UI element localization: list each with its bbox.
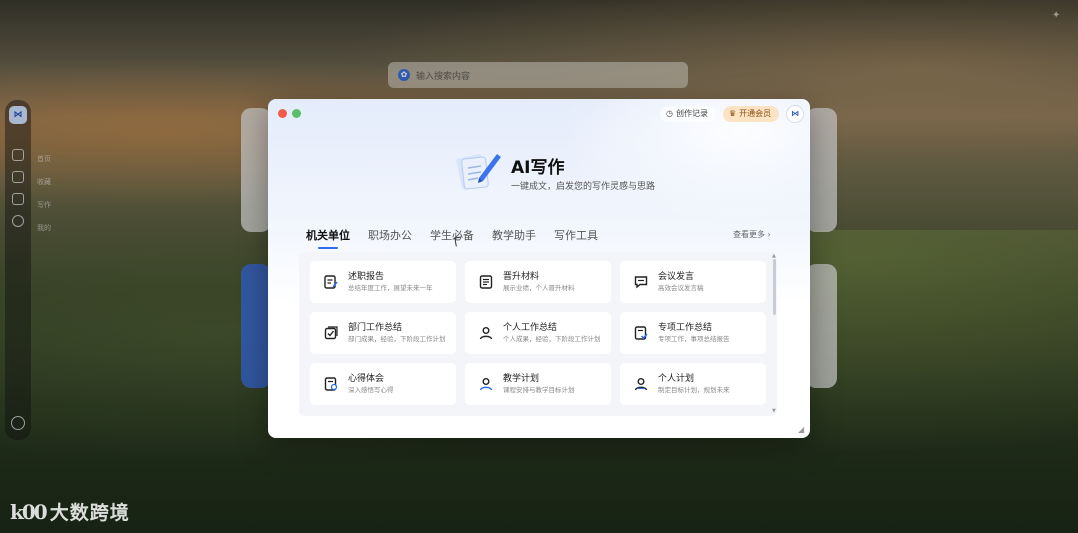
template-card[interactable]: 个人计划制定目标计划，规划未来 <box>620 363 766 405</box>
card-title: 个人工作总结 <box>503 323 558 333</box>
card-description: 个人成果，经验，下阶段工作计划 <box>503 335 601 343</box>
scroll-down-icon[interactable]: ▼ <box>772 408 777 414</box>
card-text: 部门工作总结部门成果，经验，下阶段工作计划 <box>348 322 446 344</box>
card-title: 专项工作总结 <box>658 323 713 333</box>
card-description: 课程安排与教学目标计划 <box>503 386 575 394</box>
card-description: 展示业绩，个人晋升材料 <box>503 284 575 292</box>
card-title: 教学计划 <box>503 374 540 384</box>
watermark: k00 大数跨境 <box>10 498 130 525</box>
ai-writing-modal: ◷ 创作记录 ♛ 开通会员 ⋈ AI写作 一键成文，启发您的写作灵感与思路 机关… <box>268 99 810 438</box>
card-title: 会议发言 <box>658 272 695 282</box>
user-plan-icon <box>634 378 648 391</box>
clock-icon: ◷ <box>666 109 673 118</box>
watermark-logo: k00 <box>10 499 48 524</box>
card-text: 个人工作总结个人成果，经验，下阶段工作计划 <box>503 322 601 344</box>
card-text: 个人计划制定目标计划，规划未来 <box>658 373 730 395</box>
view-more-link[interactable]: 查看更多 › <box>733 229 771 240</box>
vip-label: 开通会员 <box>739 109 772 118</box>
card-title: 部门工作总结 <box>348 323 403 333</box>
document-check-icon <box>634 326 648 340</box>
tab-students[interactable]: 学生必备 <box>430 227 474 249</box>
card-text: 教学计划课程安排与教学目标计划 <box>503 373 575 395</box>
template-card[interactable]: 晋升材料展示业绩，个人晋升材料 <box>465 261 611 303</box>
template-card[interactable]: 专项工作总结专项工作，事项总结报告 <box>620 312 766 354</box>
chevron-right-icon: › <box>767 230 771 239</box>
person-icon <box>479 327 493 340</box>
teacher-icon <box>479 378 493 391</box>
vip-button[interactable]: ♛ 开通会员 <box>723 106 780 122</box>
checklist-icon <box>324 326 338 340</box>
avatar[interactable]: ⋈ <box>786 105 804 123</box>
scrollbar[interactable] <box>773 259 776 315</box>
page-subtitle: 一键成文，启发您的写作灵感与思路 <box>511 182 656 192</box>
history-label: 创作记录 <box>675 109 708 118</box>
mouse-cursor-icon <box>454 236 463 247</box>
crown-icon: ♛ <box>729 109 737 118</box>
tab-government[interactable]: 机关单位 <box>306 227 350 249</box>
card-description: 制定目标计划，规划未来 <box>658 386 730 394</box>
template-grid: 述职报告总结年度工作，展望未来一年 晋升材料展示业绩，个人晋升材料 会议发言高效会议… <box>299 252 777 416</box>
history-button[interactable]: ◷ 创作记录 <box>660 106 716 122</box>
card-title: 述职报告 <box>348 272 385 282</box>
card-text: 专项工作总结专项工作，事项总结报告 <box>658 322 730 344</box>
watermark-text: 大数跨境 <box>49 502 130 524</box>
template-card[interactable]: 部门工作总结部门成果，经验，下阶段工作计划 <box>310 312 456 354</box>
tab-teaching[interactable]: 教学助手 <box>492 227 536 249</box>
tab-writing-tools[interactable]: 写作工具 <box>554 227 598 249</box>
card-text: 述职报告总结年度工作，展望未来一年 <box>348 271 433 293</box>
template-card[interactable]: 心得体会深入感悟写心得 <box>310 363 456 405</box>
card-description: 高效会议发言稿 <box>658 284 704 292</box>
tab-workplace[interactable]: 职场办公 <box>368 227 412 249</box>
card-text: 会议发言高效会议发言稿 <box>658 271 704 293</box>
card-description: 深入感悟写心得 <box>348 386 394 394</box>
pen-notebook-icon <box>456 154 501 190</box>
card-description: 部门成果，经验，下阶段工作计划 <box>348 335 446 343</box>
card-text: 心得体会深入感悟写心得 <box>348 373 394 395</box>
speech-bubble-icon <box>634 276 648 289</box>
document-edit-icon <box>324 275 338 289</box>
close-icon[interactable] <box>278 109 287 118</box>
resize-handle-icon[interactable]: ◢ <box>798 425 806 434</box>
card-title: 晋升材料 <box>503 272 540 282</box>
card-description: 专项工作，事项总结报告 <box>658 335 730 343</box>
minimize-icon[interactable] <box>292 109 301 118</box>
document-list-icon <box>479 275 493 289</box>
card-description: 总结年度工作，展望未来一年 <box>348 284 433 292</box>
scroll-up-icon[interactable]: ▲ <box>772 253 777 259</box>
view-more-label: 查看更多 <box>733 230 765 239</box>
template-card[interactable]: 教学计划课程安排与教学目标计划 <box>465 363 611 405</box>
document-person-icon <box>324 377 338 391</box>
card-title: 心得体会 <box>348 374 385 384</box>
template-card[interactable]: 会议发言高效会议发言稿 <box>620 261 766 303</box>
card-text: 晋升材料展示业绩，个人晋升材料 <box>503 271 575 293</box>
template-card[interactable]: 述职报告总结年度工作，展望未来一年 <box>310 261 456 303</box>
card-title: 个人计划 <box>658 374 695 384</box>
page-title: AI写作 <box>511 158 565 178</box>
template-card[interactable]: 个人工作总结个人成果，经验，下阶段工作计划 <box>465 312 611 354</box>
